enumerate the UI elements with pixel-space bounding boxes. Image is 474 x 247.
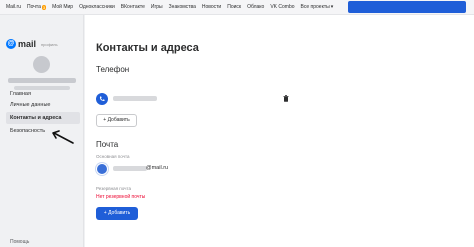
page-title: Контакты и адреса [96,42,199,54]
top-nav-games[interactable]: Игры [151,4,163,10]
top-nav-search[interactable]: Поиск [227,4,241,10]
all-projects-label: Все проекты [300,4,330,10]
primary-mail-label: Основная почта [96,154,130,159]
arrow-pointer-icon [52,130,74,144]
mail-count-badge: 3 [41,4,47,10]
top-nav-bar: Mail.ru Почта 3 Мой Мир Одноклассники ВКо… [0,0,474,15]
top-nav-mail[interactable]: Почта 3 [27,4,47,10]
trash-icon[interactable] [283,95,289,102]
top-nav-mailru[interactable]: Mail.ru [6,4,21,10]
top-nav-news[interactable]: Новости [202,4,221,10]
logo[interactable]: @ mail профиль [6,39,58,49]
help-link[interactable]: Помощь [10,239,29,245]
sidebar-item-contacts[interactable]: Контакты и адреса [6,112,80,124]
mail-section-title: Почта [96,140,119,149]
at-sign-icon: @ [6,39,16,49]
sidebar-item-personal-data[interactable]: Личные данные [6,99,80,111]
chevron-down-icon: ▾ [330,4,334,10]
top-nav: Mail.ru Почта 3 Мой Мир Одноклассники ВКо… [6,4,333,10]
logo-text: mail [18,39,37,49]
mail-username-blurred [113,166,147,171]
no-backup-mail-text: Нет резервной почты [96,194,146,200]
primary-mail-domain: @mail.ru [146,165,169,171]
phone-section-title: Телефон [96,65,130,74]
top-nav-dating[interactable]: Знакомства [169,4,196,10]
top-nav-ok[interactable]: Одноклассники [79,4,115,10]
mail-avatar-icon [96,163,108,175]
top-nav-vkcombo[interactable]: VK Combo [270,4,294,10]
top-nav-myworld[interactable]: Мой Мир [52,4,73,10]
top-nav-vk[interactable]: ВКонтакте [121,4,145,10]
avatar[interactable] [33,56,50,73]
top-nav-all-projects[interactable]: Все проекты ▾ [301,4,334,10]
logo-subtitle: профиль [41,41,58,47]
backup-mail-label: Резервная почта [96,186,131,191]
add-mail-button[interactable]: + Добавить [96,207,138,220]
phone-icon [96,93,108,105]
phone-number-blurred [113,96,157,101]
top-nav-cloud[interactable]: Облако [247,4,264,10]
add-phone-button[interactable]: + Добавить [96,114,137,127]
main-panel: Контакты и адреса Телефон + Добавить Поч… [85,15,474,247]
user-name-blurred [8,78,76,83]
top-bar-accent [348,1,466,13]
top-nav-mail-label: Почта [27,4,41,10]
